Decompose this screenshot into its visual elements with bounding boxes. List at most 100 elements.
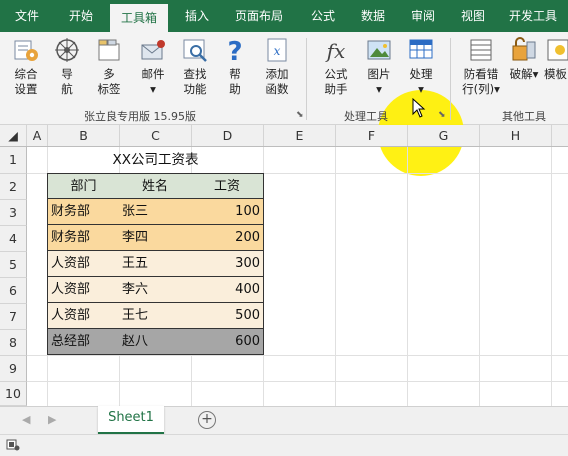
gridline [27, 355, 568, 356]
column-header-b[interactable]: B [48, 125, 120, 146]
tab-file[interactable]: 文件 [6, 0, 48, 32]
gridline [27, 381, 568, 382]
multi-tab-button[interactable]: 多 标签 [92, 36, 126, 97]
header-name[interactable]: 姓名 [119, 173, 192, 199]
column-header-g[interactable]: G [408, 125, 480, 146]
cell-salary[interactable]: 500 [191, 303, 264, 329]
tab-developer[interactable]: 开发工具 [502, 0, 564, 32]
add-function-button[interactable]: x 添加 函数 [258, 36, 296, 97]
column-header-h[interactable]: H [480, 125, 552, 146]
svg-text:?: ? [227, 37, 242, 64]
process-button[interactable]: 处理 ▾ [404, 36, 438, 97]
row-header-7[interactable]: 7 [0, 304, 27, 330]
formula-helper-button[interactable]: fx 公式 助手 [318, 36, 354, 97]
template-icon [547, 39, 568, 61]
gridline [551, 147, 552, 406]
svg-text:x: x [274, 44, 281, 58]
cell-dept[interactable]: 财务部 [47, 225, 120, 251]
row-header-5[interactable]: 5 [0, 252, 27, 278]
mail-icon [141, 40, 165, 60]
cell-salary[interactable]: 400 [191, 277, 264, 303]
row-header-10[interactable]: 10 [0, 382, 27, 406]
mouse-pointer-icon [412, 98, 426, 118]
row-header-3[interactable]: 3 [0, 200, 27, 226]
tab-view[interactable]: 视图 [452, 0, 494, 32]
tab-formulas[interactable]: 公式 [302, 0, 344, 32]
status-bar [0, 434, 568, 456]
tab-page-layout[interactable]: 页面布局 [226, 0, 292, 32]
tab-insert[interactable]: 插入 [176, 0, 218, 32]
group-label-version: 张立良专用版 15.95版 [84, 110, 196, 123]
cell-name[interactable]: 王七 [119, 303, 192, 329]
cell-dept[interactable]: 财务部 [47, 199, 120, 225]
scroll-right-icon[interactable]: ▶ [48, 413, 56, 426]
help-label2: 助 [229, 82, 241, 96]
template-button[interactable]: 模板 [544, 36, 568, 82]
tab-home[interactable]: 开始 [60, 0, 102, 32]
picture-icon [367, 40, 391, 60]
column-header-f[interactable]: F [336, 125, 408, 146]
cell-dept[interactable]: 人资部 [47, 277, 120, 303]
row-header-1[interactable]: 1 [0, 147, 27, 174]
picture-button[interactable]: 图片 ▾ [362, 36, 396, 97]
settings-gear-icon [14, 40, 38, 61]
table-process-icon [409, 39, 433, 59]
group-separator-2 [450, 38, 451, 120]
header-dept[interactable]: 部门 [47, 173, 120, 199]
add-function-icon: x [267, 38, 287, 62]
row-header-4[interactable]: 4 [0, 226, 27, 252]
group-label-processing-tools: 处理工具 [344, 110, 388, 123]
multi-tab-label1: 多 [103, 67, 115, 81]
row-guard-button[interactable]: 防看错 行(列)▾ [458, 36, 504, 97]
cell-dept[interactable]: 人资部 [47, 251, 120, 277]
row-header-2[interactable]: 2 [0, 174, 27, 200]
mail-button[interactable]: 邮件 ▾ [136, 36, 170, 97]
help-button[interactable]: ? 帮 助 [220, 36, 250, 97]
cell-name[interactable]: 赵八 [119, 329, 192, 355]
column-header-c[interactable]: C [120, 125, 192, 146]
cell-name[interactable]: 张三 [119, 199, 192, 225]
multi-tab-label2: 标签 [97, 82, 121, 96]
cell-salary[interactable]: 600 [191, 329, 264, 355]
column-header-row: ◢ A B C D E F G H [0, 125, 568, 147]
navigation-label1: 导 [61, 67, 73, 81]
sheet-tab-bar: ◀ ▶ Sheet1 + [0, 406, 568, 435]
cell-salary[interactable]: 300 [191, 251, 264, 277]
row-guard-label2: 行(列)▾ [462, 82, 500, 96]
group1-launcher-icon[interactable]: ⬊ [296, 110, 304, 120]
add-function-label2: 函数 [265, 82, 289, 96]
comprehensive-settings-button[interactable]: 综合 设置 [8, 36, 44, 97]
ribbon-tab-bar: 文件 开始 工具箱 插入 页面布局 公式 数据 审阅 视图 开发工具 [0, 0, 568, 32]
row-header-8[interactable]: 8 [0, 330, 27, 356]
column-header-a[interactable]: A [27, 125, 48, 146]
sheet-tab-sheet1[interactable]: Sheet1 [98, 406, 164, 435]
cell-dept[interactable]: 人资部 [47, 303, 120, 329]
macro-record-icon[interactable] [6, 439, 20, 451]
select-all-corner[interactable]: ◢ [0, 125, 27, 146]
row-header-9[interactable]: 9 [0, 356, 27, 382]
tab-data[interactable]: 数据 [352, 0, 394, 32]
formula-helper-label1: 公式 [324, 67, 348, 81]
cell-name[interactable]: 李六 [119, 277, 192, 303]
column-header-d[interactable]: D [192, 125, 264, 146]
scroll-left-icon[interactable]: ◀ [22, 413, 30, 426]
find-function-button[interactable]: 查找 功能 [178, 36, 212, 97]
cell-salary[interactable]: 200 [191, 225, 264, 251]
tab-toolbox[interactable]: 工具箱 [110, 4, 168, 32]
crack-button[interactable]: 破解▾ [506, 36, 542, 82]
column-header-e[interactable]: E [264, 125, 336, 146]
group2-launcher-icon[interactable]: ⬊ [438, 110, 446, 120]
cell-name[interactable]: 王五 [119, 251, 192, 277]
picture-label1: 图片 [367, 67, 391, 81]
tab-review[interactable]: 审阅 [402, 0, 444, 32]
comprehensive-settings-label2: 设置 [14, 82, 38, 96]
template-label2: 模板 [544, 67, 567, 81]
add-sheet-button[interactable]: + [198, 411, 216, 429]
cell-name[interactable]: 李四 [119, 225, 192, 251]
header-salary[interactable]: 工资 [191, 173, 264, 199]
cell-salary[interactable]: 100 [191, 199, 264, 225]
row-header-6[interactable]: 6 [0, 278, 27, 304]
navigation-button[interactable]: 导 航 [52, 36, 82, 97]
picture-dropdown-arrow: ▾ [376, 82, 382, 96]
cell-dept[interactable]: 总经部 [47, 329, 120, 355]
